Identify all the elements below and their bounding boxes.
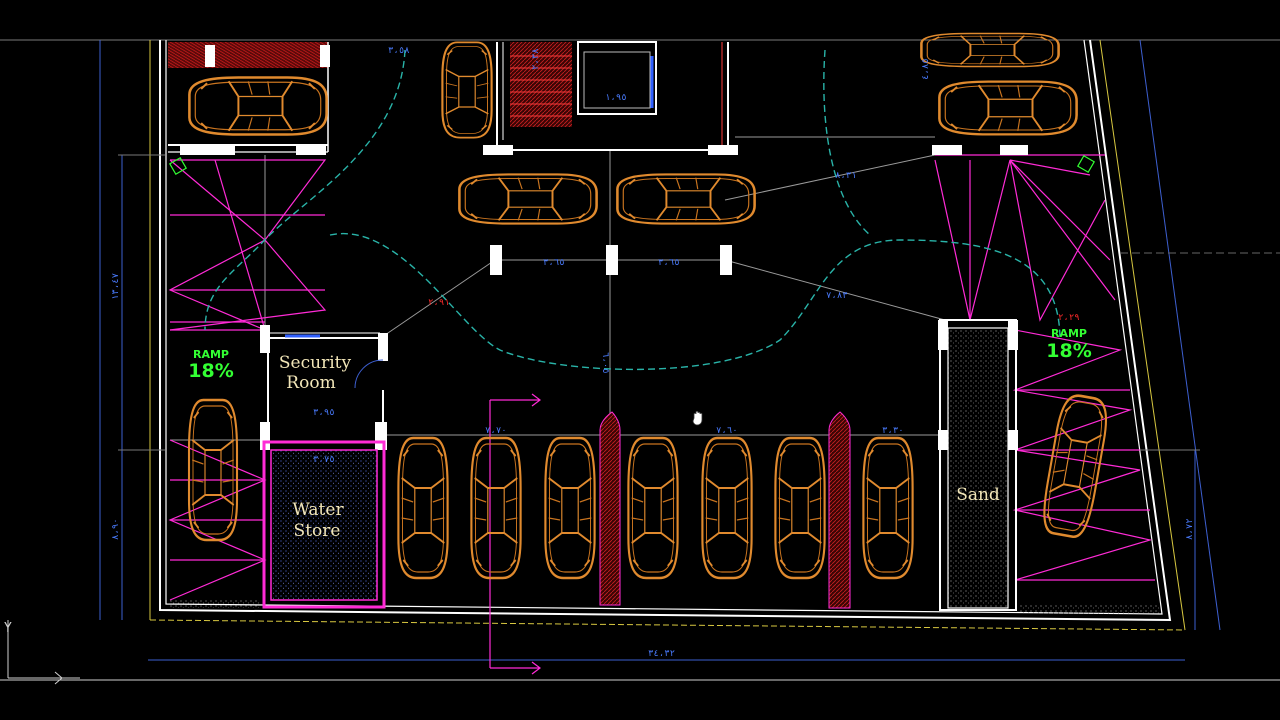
ramp-markers — [168, 154, 1096, 176]
dim-row-2: ٧،٦٠ — [716, 426, 738, 436]
dim-red-mark2: ٢،٢٩ — [1058, 313, 1080, 323]
dim-diag-right2: ٧،٨٣ — [826, 291, 848, 301]
dim-top-right: ٤،٨٥ — [921, 58, 931, 80]
cad-viewport[interactable]: Security Room Water Store Sand RAMP 18% … — [0, 0, 1280, 720]
dim-bottom-total: ٣٤،٣٢ — [648, 649, 675, 659]
dim-stair-1: ٢،٣٨ — [531, 48, 541, 70]
dim-right-height: ٨،٧٢ — [1185, 518, 1195, 540]
dim-top-left: ٣،٥٨ — [388, 46, 410, 56]
dim-left-height: ١٣،٤٧ — [111, 273, 121, 300]
sand-pit — [939, 319, 1017, 611]
dim-row-3: ٣،٣٠ — [882, 426, 904, 436]
hand-pan-cursor-icon — [692, 410, 703, 426]
water-store-label-line1: Water — [292, 500, 344, 520]
security-room-label-line2: Room — [286, 373, 335, 393]
dim-aisle: ٦،٠٥ — [600, 352, 610, 374]
security-room-label-line1: Security — [279, 353, 352, 373]
ucs-y-label: Y — [4, 621, 12, 636]
dim-col-span-1: ٣،٦٥ — [543, 258, 565, 268]
cyan-drive-path — [204, 49, 1061, 371]
dim-red-mark: ٢،٩١ — [428, 298, 450, 308]
dim-row-1: ٧،٧٠ — [485, 426, 507, 436]
left-ramp-grade: 18% — [188, 360, 233, 382]
dim-stair-2: ١،٩٥ — [605, 93, 627, 103]
dim-col-span-2: ٣،٦٥ — [658, 258, 680, 268]
floor-plan-drawing[interactable]: Security Room Water Store Sand RAMP 18% … — [0, 0, 1280, 720]
dim-left-height2: ٨،٩٠ — [111, 518, 121, 540]
right-ramp-grade: 18% — [1046, 340, 1091, 362]
interior-lines — [170, 136, 946, 441]
ucs-icon: Y — [4, 620, 80, 685]
dim-diag-right: ٨،٣١ — [835, 171, 857, 181]
sand-label: Sand — [956, 485, 1000, 505]
dim-security-width: ٣،٩٥ — [313, 408, 335, 418]
dim-water-width: ٣،٧٥ — [313, 455, 335, 465]
water-store-label-line2: Store — [294, 521, 341, 541]
right-ramp-label: RAMP — [1051, 327, 1087, 340]
